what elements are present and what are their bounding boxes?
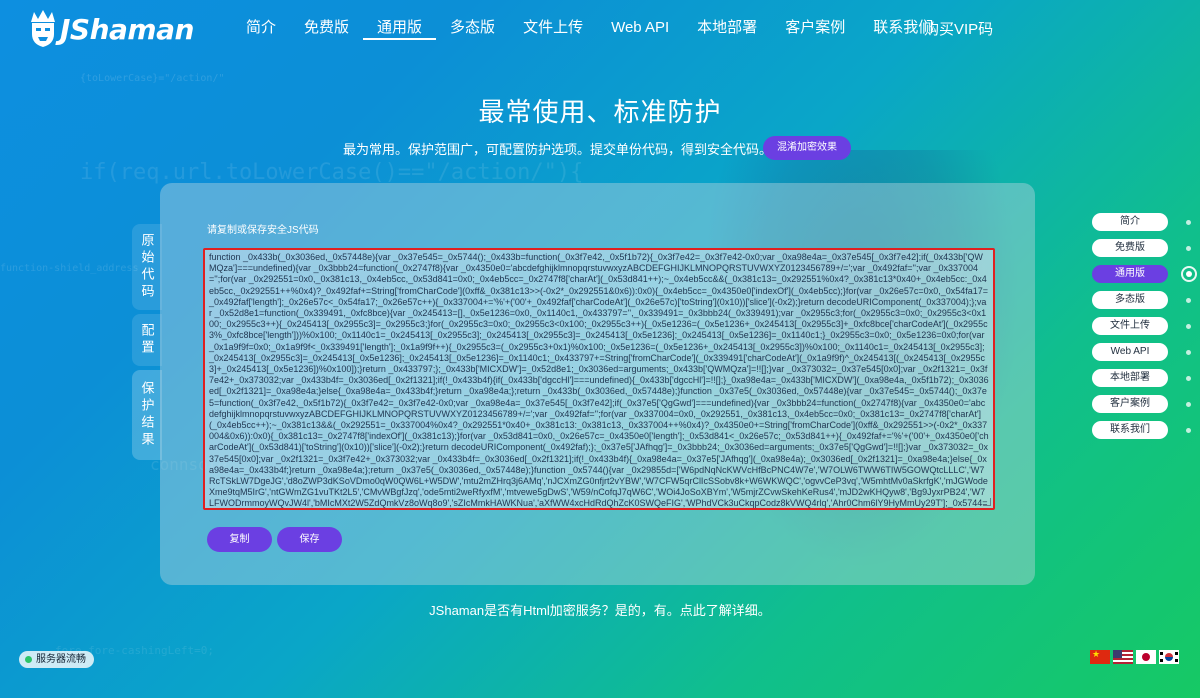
section-dot[interactable]: [1186, 298, 1191, 303]
section-dot[interactable]: [1186, 220, 1191, 225]
side-nav-standard[interactable]: 通用版: [1092, 265, 1168, 283]
side-nav-local-deploy[interactable]: 本地部署: [1092, 369, 1168, 387]
copy-button[interactable]: 复制: [207, 527, 272, 552]
html-encryption-promo-link[interactable]: JShaman是否有Html加密服务？是的，有。点此了解详细。: [0, 600, 1200, 619]
section-dot[interactable]: [1186, 402, 1191, 407]
protected-code-text: function _0x433b(_0x3036ed,_0x57448e){va…: [209, 252, 989, 509]
shaman-mask-icon: [31, 10, 55, 47]
result-label: 请复制或保存安全JS代码: [207, 225, 319, 236]
nav-free[interactable]: 免费版: [290, 18, 363, 40]
background-code-line: {toLowerCase}="/action/": [80, 73, 225, 84]
status-badge: 服务器流畅: [19, 651, 94, 668]
side-nav-file-upload[interactable]: 文件上传: [1092, 317, 1168, 335]
nav-standard[interactable]: 通用版: [363, 18, 437, 40]
save-button[interactable]: 保存: [277, 527, 342, 552]
nav-web-api[interactable]: Web API: [597, 18, 683, 40]
status-dot-icon: [25, 656, 32, 663]
language-switcher: ★: [1090, 650, 1182, 664]
section-dot[interactable]: [1186, 350, 1191, 355]
nav-intro[interactable]: 简介: [232, 18, 290, 40]
main-nav: 简介 免费版 通用版 多态版 文件上传 Web API 本地部署 客户案例 联系…: [232, 18, 947, 40]
status-text: 服务器流畅: [36, 654, 86, 665]
logo[interactable]: JShaman: [28, 8, 194, 50]
korea-flag-icon[interactable]: [1159, 650, 1179, 664]
section-dot[interactable]: [1186, 428, 1191, 433]
section-dot-active[interactable]: [1181, 266, 1197, 282]
side-nav-intro[interactable]: 简介: [1092, 213, 1168, 231]
section-dot[interactable]: [1186, 376, 1191, 381]
nav-local-deploy[interactable]: 本地部署: [683, 18, 771, 40]
background-code-line: function-shield_address: [0, 263, 139, 274]
china-flag-icon[interactable]: ★: [1090, 650, 1110, 664]
page-subtitle: 最为常用。保护范围广，可配置防护选项。提交单份代码，得到安全代码。: [343, 142, 773, 157]
section-dot[interactable]: [1186, 246, 1191, 251]
japan-flag-icon[interactable]: [1136, 650, 1156, 664]
logo-text: JShaman: [60, 12, 194, 46]
side-nav-free[interactable]: 免费版: [1092, 239, 1168, 257]
resize-handle-icon[interactable]: [983, 498, 991, 506]
obfuscation-effect-button[interactable]: 混淆加密效果: [763, 136, 851, 160]
background-code-line: if(req.url.toLowerCase()=="/action/"){: [80, 160, 584, 185]
side-nav-polymorphic[interactable]: 多态版: [1092, 291, 1168, 309]
nav-buy-vip[interactable]: 购买VIP码: [924, 18, 993, 39]
side-nav-contact[interactable]: 联系我们: [1092, 421, 1168, 439]
tab-original-code[interactable]: 原始代码: [132, 224, 162, 310]
side-nav-web-api[interactable]: Web API: [1092, 343, 1168, 361]
nav-polymorphic[interactable]: 多态版: [436, 18, 509, 40]
nav-customer-cases[interactable]: 客户案例: [771, 18, 859, 40]
nav-file-upload[interactable]: 文件上传: [509, 18, 597, 40]
side-nav-customer-cases[interactable]: 客户案例: [1092, 395, 1168, 413]
page-title: 最常使用、标准防护: [478, 97, 722, 127]
tab-config[interactable]: 配置: [132, 314, 162, 366]
section-dot[interactable]: [1186, 324, 1191, 329]
tab-protection-result[interactable]: 保护结果: [132, 370, 162, 460]
protected-code-textarea[interactable]: function _0x433b(_0x3036ed,_0x57448e){va…: [203, 248, 995, 510]
usa-flag-icon[interactable]: [1113, 650, 1133, 664]
